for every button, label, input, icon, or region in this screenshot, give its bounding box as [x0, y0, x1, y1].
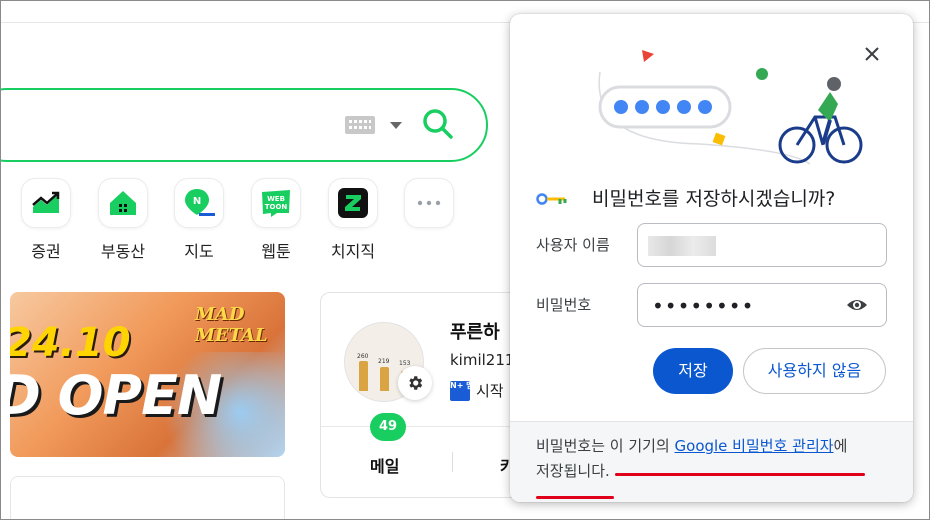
settings-button[interactable] [398, 366, 432, 400]
dialog-title: 비밀번호를 저장하시겠습니까? [592, 188, 836, 210]
gear-icon [409, 376, 423, 390]
shortcut-map[interactable]: N 지도 [169, 178, 229, 264]
shortcut-label: 증권 [31, 242, 61, 261]
annotation-underline [615, 473, 865, 476]
search-icon[interactable] [420, 106, 456, 142]
never-button[interactable]: 사용하지 않음 [743, 348, 886, 394]
nplus-badge-icon: N+ 멤버십 [450, 380, 488, 401]
key-icon [536, 193, 567, 205]
map-icon: N [174, 178, 224, 228]
house-icon [98, 178, 148, 228]
banner-date: 24.10 [10, 320, 131, 366]
password-illustration [598, 50, 863, 165]
banner-headline: D OPEN [10, 364, 222, 427]
username-label: 사용자 이름 [536, 236, 610, 254]
avatar-bar [380, 367, 389, 391]
eye-icon[interactable] [846, 296, 868, 314]
dialog-footer: 비밀번호는 이 기기의 Google 비밀번호 관리자에저장됩니다. [510, 421, 913, 502]
svg-text:WEB: WEB [267, 195, 285, 203]
banner-logo: MAD METAL [195, 304, 268, 346]
close-icon[interactable] [860, 42, 884, 66]
shortcut-real-estate[interactable]: 부동산 [93, 178, 153, 264]
membership-row[interactable]: N+ 멤버십 시작 [450, 380, 504, 401]
stock-chart-icon [21, 178, 71, 228]
footer-text: 비밀번호는 이 기기의 Google 비밀번호 관리자에저장됩니다. [536, 434, 896, 484]
footer-suffix: 에 [833, 437, 848, 455]
shortcut-webtoon[interactable]: WEB TOON 웹툰 [246, 178, 306, 264]
user-name[interactable]: 푸른하 [450, 318, 500, 344]
svg-text:TOON: TOON [265, 203, 288, 211]
keyboard-icon[interactable] [345, 116, 375, 134]
user-id: kimil211 [450, 351, 515, 369]
mail-tab[interactable]: 메일 [370, 453, 399, 477]
footer-prefix: 비밀번호는 이 기기의 [536, 437, 675, 455]
password-value: •••••••• [652, 294, 755, 318]
svg-text:N: N [193, 196, 201, 207]
password-label: 비밀번호 [536, 296, 592, 314]
avatar-bar [359, 361, 368, 391]
mail-count-badge: 49 [370, 413, 406, 441]
password-field[interactable]: •••••••• [637, 283, 887, 327]
save-button[interactable]: 저장 [653, 348, 733, 394]
webtoon-icon: WEB TOON [251, 178, 301, 228]
footer-line2: 저장됩니다. [536, 462, 610, 480]
shortcut-label: 웹툰 [261, 242, 291, 261]
search-input[interactable] [0, 88, 488, 162]
shortcut-label: 부동산 [100, 242, 146, 261]
chzzk-icon [328, 178, 378, 228]
shortcut-chzzk[interactable]: 치지직 [323, 178, 383, 264]
password-manager-link[interactable]: Google 비밀번호 관리자 [675, 437, 834, 455]
more-icon [404, 178, 454, 228]
chevron-down-icon[interactable] [390, 122, 402, 129]
password-save-dialog: 비밀번호를 저장하시겠습니까? 사용자 이름 비밀번호 •••••••• 저장 … [510, 14, 913, 502]
shortcut-more[interactable] [399, 178, 459, 264]
tab-separator [452, 452, 453, 472]
promo-banner[interactable]: MAD METAL 24.10 D OPEN [10, 292, 285, 457]
avatar-value: 260 [357, 353, 369, 360]
shortcut-label: 지도 [184, 242, 214, 261]
shortcut-label: 치지직 [330, 242, 376, 261]
lower-card [10, 476, 285, 520]
start-link[interactable]: 시작 [476, 380, 504, 401]
blurred-username [648, 236, 716, 256]
annotation-underline [536, 496, 614, 499]
avatar-value: 219 [378, 358, 390, 365]
shortcut-stock[interactable]: 증권 [16, 178, 76, 264]
username-field[interactable] [637, 223, 887, 267]
